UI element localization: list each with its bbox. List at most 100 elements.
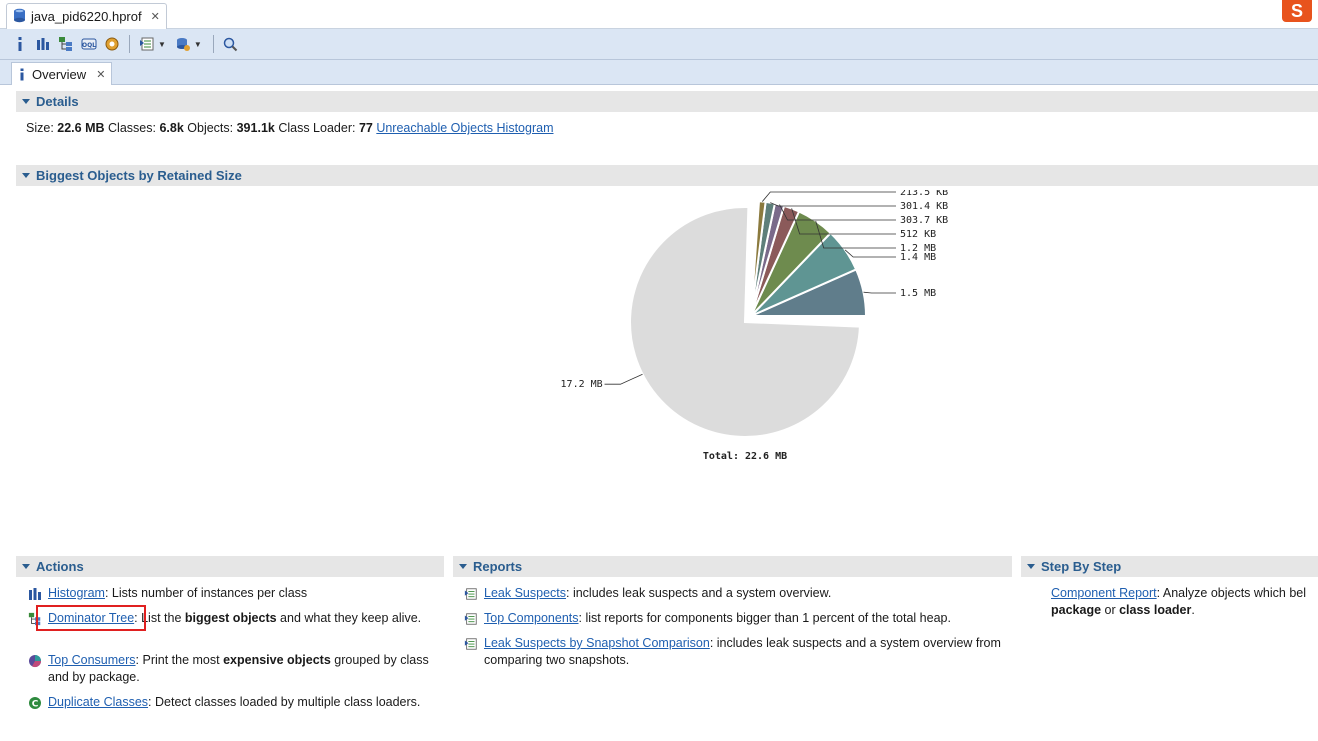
query-browser-icon[interactable]: [173, 33, 193, 55]
pie-slice-label: 303.7 KB: [900, 215, 948, 226]
histogram-icon: [29, 588, 41, 600]
leak-suspects-desc: : includes leak suspects and a system ov…: [566, 586, 832, 600]
report-leak-suspects: Leak Suspects: includes leak suspects an…: [464, 585, 1009, 602]
report-icon: [464, 613, 477, 625]
histogram-link[interactable]: Histogram: [48, 586, 105, 600]
heap-dump-overview-icon[interactable]: [102, 33, 122, 55]
classes-value: 6.8k: [159, 121, 184, 135]
toolbar-separator: [212, 35, 214, 53]
leak-suspects-link[interactable]: Leak Suspects: [484, 586, 566, 600]
top-consumers-icon: [29, 655, 41, 668]
classloader-label: Class Loader:: [278, 121, 356, 135]
biggest-objects-section-header[interactable]: Biggest Objects by Retained Size: [16, 165, 1318, 186]
action-histogram: Histogram: Lists number of instances per…: [28, 585, 443, 602]
svg-text:C: C: [32, 700, 39, 710]
step-component-report: Component Report: Analyze objects which …: [1051, 585, 1318, 619]
top-consumers-desc-bold: expensive objects: [223, 653, 331, 667]
chevron-down-icon: [22, 173, 30, 178]
action-duplicate-classes: C Duplicate Classes: Detect classes load…: [28, 694, 443, 711]
report-top-components: Top Components: list reports for compone…: [464, 610, 1009, 627]
close-icon[interactable]: ✕: [151, 10, 160, 23]
pie-leader-line: [844, 249, 896, 258]
pie-slice-label: 1.2 MB: [900, 243, 936, 254]
histogram-desc: : Lists number of instances per class: [104, 586, 308, 600]
details-summary: Size: 22.6 MB Classes: 6.8k Objects: 391…: [26, 121, 554, 135]
top-components-desc: : list reports for components bigger tha…: [578, 611, 951, 625]
component-report-desc-pre: : Analyze objects which bel: [1156, 586, 1307, 600]
reports-heading: Reports: [473, 559, 523, 574]
objects-label: Objects:: [187, 121, 234, 135]
info-icon: [20, 68, 24, 80]
pie-leader-line: [770, 202, 896, 207]
report-icon: [464, 588, 477, 600]
action-top-consumers: Top Consumers: Print the most expensive …: [28, 652, 443, 686]
toolbar-separator: [129, 35, 130, 53]
size-label: Size:: [26, 121, 54, 135]
details-section-header[interactable]: Details: [16, 91, 1318, 112]
classes-label: Classes:: [108, 121, 156, 135]
step-by-step-section-header[interactable]: Step By Step: [1021, 556, 1318, 577]
pie-slice-label: 213.5 KB: [900, 190, 948, 198]
histogram-icon[interactable]: [33, 33, 53, 55]
unreachable-objects-histogram-link[interactable]: Unreachable Objects Histogram: [376, 121, 553, 135]
pie-chart-svg: 1.5 MB1.4 MB1.2 MB512 KB303.7 KB301.4 KB…: [561, 187, 949, 462]
pie-slice-label: 301.4 KB: [900, 201, 948, 212]
run-report-icon[interactable]: [137, 33, 157, 55]
pie-leader-line: [604, 373, 643, 385]
chevron-down-icon: [1027, 564, 1035, 569]
duplicate-classes-desc: : Detect classes loaded by multiple clas…: [148, 695, 421, 709]
top-consumers-desc-pre: : Print the most: [135, 653, 224, 667]
size-value: 22.6 MB: [57, 121, 105, 135]
close-icon[interactable]: ✕: [96, 68, 105, 81]
pie-leader-line: [863, 291, 896, 294]
duplicate-classes-icon: C: [29, 697, 41, 710]
pie-leader-line: [762, 191, 896, 202]
editor-tab-title: java_pid6220.hprof: [31, 9, 142, 24]
overview-content: Details Size: 22.6 MB Classes: 6.8k Obje…: [0, 85, 1318, 741]
pie-slice-label: 512 KB: [900, 229, 936, 240]
report-snapshot-comparison: Leak Suspects by Snapshot Comparison: in…: [464, 635, 1009, 669]
inner-tab-strip: Overview ✕: [0, 60, 1318, 85]
chevron-down-icon: [22, 99, 30, 104]
component-report-link[interactable]: Component Report: [1051, 586, 1157, 600]
pie-total-label: Total: 22.6 MB: [703, 451, 787, 462]
sogou-logo-icon[interactable]: S: [1282, 0, 1312, 22]
heap-dump-file-icon: [13, 8, 26, 26]
info-icon[interactable]: [10, 33, 30, 55]
classloader-value: 77: [358, 121, 373, 135]
report-icon: [464, 638, 477, 650]
chevron-down-icon: [459, 564, 467, 569]
search-icon[interactable]: [221, 33, 241, 55]
top-consumers-link[interactable]: Top Consumers: [48, 653, 136, 667]
reports-section-header[interactable]: Reports: [453, 556, 1012, 577]
tab-overview-label: Overview: [32, 66, 87, 82]
biggest-objects-heading: Biggest Objects by Retained Size: [36, 168, 242, 183]
oql-icon[interactable]: OQL: [79, 33, 99, 55]
component-report-bold-classloader: class loader: [1119, 603, 1192, 617]
editor-tab-heap-dump[interactable]: java_pid6220.hprof ✕: [6, 3, 167, 29]
step-by-step-heading: Step By Step: [1041, 559, 1122, 574]
pie-slice-label: 17.2 MB: [561, 379, 603, 390]
dominator-desc-bold: biggest objects: [184, 611, 277, 625]
snapshot-comparison-link[interactable]: Leak Suspects by Snapshot Comparison: [484, 636, 710, 650]
oql-icon-text: OQL: [82, 42, 96, 49]
heap-toolbar: OQL ▼ ▼: [0, 29, 1318, 60]
duplicate-classes-link[interactable]: Duplicate Classes: [48, 695, 148, 709]
chevron-down-icon[interactable]: ▼: [158, 40, 166, 49]
dominator-tree-highlight: [36, 605, 146, 631]
actions-heading: Actions: [36, 559, 84, 574]
objects-value: 391.1k: [236, 121, 275, 135]
details-heading: Details: [36, 94, 79, 109]
editor-tab-strip: java_pid6220.hprof ✕ S: [0, 0, 1318, 29]
dominator-tree-icon[interactable]: [56, 33, 76, 55]
pie-slice-label: 1.5 MB: [900, 288, 936, 299]
retained-size-pie-chart: 1.5 MB 1.4 MB 1.2 MB 512 KB 303.7 KB 301.4 KB…: [560, 187, 980, 490]
tab-overview[interactable]: Overview ✕: [11, 62, 113, 85]
component-report-bold-package: package: [1051, 603, 1102, 617]
component-report-desc-post: .: [1191, 603, 1195, 617]
top-components-link[interactable]: Top Components: [484, 611, 579, 625]
chevron-down-icon[interactable]: ▼: [194, 40, 202, 49]
actions-section-header[interactable]: Actions: [16, 556, 444, 577]
chevron-down-icon: [22, 564, 30, 569]
component-report-desc-mid: or: [1101, 603, 1120, 617]
